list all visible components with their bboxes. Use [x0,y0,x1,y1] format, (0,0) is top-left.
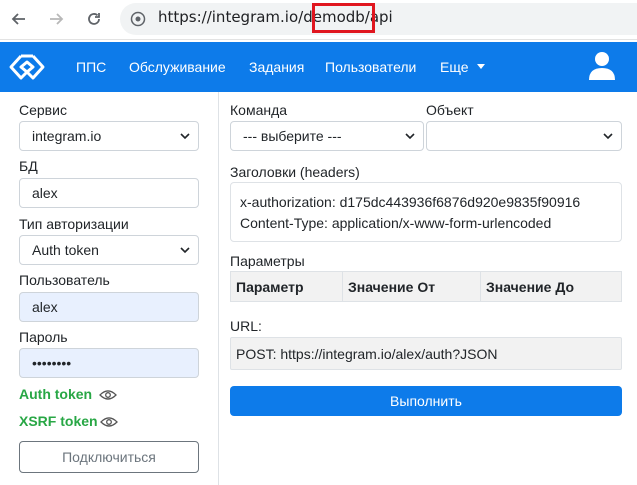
params-column-header: Значение До [486,279,575,295]
caret-down-icon [476,63,485,69]
params-table-header: Параметр Значение От Значение До [230,271,622,302]
connect-button[interactable]: Подключиться [19,441,199,473]
auth-type-label: Тип авторизации [19,216,129,232]
app-logo-icon[interactable] [7,52,47,82]
auth-type-select[interactable]: Auth token [19,235,199,265]
object-select[interactable] [426,121,622,151]
service-label: Сервис [19,102,67,118]
back-arrow-icon[interactable] [8,8,30,30]
params-column-header: Значение От [343,272,481,301]
nav-item-maintenance[interactable]: Обслуживание [129,59,226,75]
forward-arrow-icon[interactable] [45,8,67,30]
nav-item-more-label: Еще [440,59,469,75]
password-input[interactable]: •••••••• [19,348,199,378]
service-select[interactable]: integram.io [19,121,199,151]
db-input[interactable]: alex [19,178,199,208]
headers-line-authorization: x-authorization: d175dc443936f6876d920e9… [240,194,581,210]
xsrf-token-link[interactable]: XSRF token [19,413,98,429]
nav-item-more[interactable]: Еще [440,59,485,75]
command-label: Команда [230,102,288,118]
object-label: Объект [426,102,474,118]
nav-item-tasks[interactable]: Задания [249,59,304,75]
url-display: POST: https://integram.io/alex/auth?JSON [230,337,622,370]
params-label: Параметры [230,253,305,269]
auth-type-select-value: Auth token [32,242,99,258]
password-label: Пароль [19,329,68,345]
username-input[interactable]: alex [19,292,199,322]
chevron-down-icon [180,247,190,254]
nav-item-users[interactable]: Пользователи [325,59,416,75]
params-column-header: Параметр [231,272,343,301]
user-label: Пользователь [19,272,110,288]
user-avatar-icon[interactable] [588,51,616,81]
panel-divider [218,92,219,485]
site-info-icon[interactable] [130,11,146,27]
url-label: URL: [230,318,262,334]
headers-textarea[interactable]: x-authorization: d175dc443936f6876d920e9… [230,182,622,242]
reload-icon[interactable] [83,8,105,30]
chevron-down-icon [405,133,415,140]
headers-label: Заголовки (headers) [230,164,360,180]
top-navbar: ППС Обслуживание Задания Пользователи Ещ… [0,42,637,92]
execute-button[interactable]: Выполнить [230,386,622,416]
auth-token-link[interactable]: Auth token [19,386,92,402]
browser-toolbar: https://integram.io/demodb/api [0,0,637,40]
command-select[interactable]: --- выберите --- [230,121,424,151]
nav-item-pps[interactable]: ППС [76,59,106,75]
service-select-value: integram.io [32,128,102,144]
eye-icon[interactable] [99,389,117,401]
headers-line-content-type: Content-Type: application/x-www-form-url… [240,215,552,231]
username-input-value: alex [32,299,58,315]
chevron-down-icon [603,133,613,140]
db-input-value: alex [32,185,58,201]
command-select-value: --- выберите --- [243,128,342,144]
chevron-down-icon [180,133,190,140]
db-label: БД [19,158,38,174]
password-input-value: •••••••• [32,355,72,371]
url-highlight-box [312,3,375,33]
eye-icon[interactable] [100,416,118,428]
